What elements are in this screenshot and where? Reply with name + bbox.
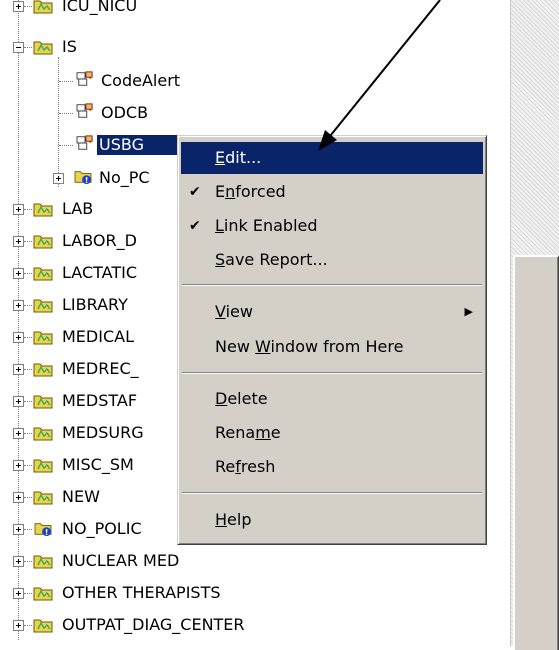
menu-item-rename[interactable]: Rename [181,417,483,449]
folder-icon [33,0,53,14]
folder-icon [33,203,53,217]
expand-icon[interactable] [13,396,24,407]
menu-item-new-window[interactable]: New Window from Here [181,331,483,363]
folder-icon [33,459,53,473]
tree-node-is[interactable]: IS [0,36,300,64]
menu-item-label: Rename [215,423,281,442]
gpo-link-icon [76,135,93,150]
folder-icon [33,395,53,409]
folder-icon [33,619,53,633]
menu-item-edit[interactable]: Edit... [181,142,483,174]
tree-node-label: MEDSTAF [62,391,138,410]
menu-item-label: Enforced [215,182,286,201]
tree-node-label: LIBRARY [62,295,128,314]
menu-separator [182,372,482,374]
tree-node-label: MEDICAL [62,327,134,346]
expand-icon[interactable] [13,556,24,567]
tree-node-label: ODCB [101,103,149,122]
tree-node-other-therapists[interactable]: OTHER THERAPISTS [0,580,400,608]
checkmark-icon: ✔ [189,184,201,200]
folder-icon [33,363,53,377]
expand-icon[interactable] [13,364,24,375]
tree-node-label: OUTPAT_DIAG_CENTER [62,615,245,634]
expand-icon[interactable] [13,460,24,471]
expand-icon[interactable] [13,588,24,599]
expand-icon[interactable] [13,620,24,631]
folder-icon [33,267,53,281]
menu-separator [182,492,482,494]
tree-node-label: MEDREC_ [62,359,139,378]
menu-item-refresh[interactable]: Refresh [181,451,483,483]
tree-node-label: OTHER THERAPISTS [62,583,221,602]
tree-node-label: NUCLEAR MED [62,551,180,570]
menu-item-view[interactable]: View ▶ [181,296,483,328]
tree-node-label: LABOR_D [62,231,137,250]
folder-icon [33,41,53,55]
menu-item-label: Edit... [215,148,262,167]
tree-node-label: MISC_SM [62,455,134,474]
gpo-link-icon [76,103,93,118]
expand-icon[interactable] [13,1,24,12]
folder-icon [33,299,53,313]
blocked-folder-icon: ! [74,171,92,185]
expand-icon[interactable] [13,492,24,503]
submenu-arrow-icon: ▶ [464,305,473,318]
tree-node-codealert[interactable]: CodeAlert [0,68,300,96]
tree-node-label: NO_POLIC [62,519,142,538]
expand-icon[interactable] [13,300,24,311]
folder-icon [33,555,53,569]
expand-icon[interactable] [13,268,24,279]
tree-node-icu-nicu[interactable]: ICU_NICU [0,0,300,20]
blocked-folder-icon: ! [34,523,52,537]
menu-item-help[interactable]: Help [181,504,483,536]
expand-icon[interactable] [13,524,24,535]
tree-node-label: LAB [62,199,94,218]
tree-node-label: IS [62,37,77,56]
tree-node-label: LACTATIC [62,263,138,282]
menu-separator [182,284,482,286]
menu-item-label: Refresh [215,457,276,476]
menu-item-label: New Window from Here [215,337,404,356]
folder-icon [33,235,53,249]
svg-text:!: ! [45,528,49,537]
tree-node-outpat-diag-center[interactable]: OUTPAT_DIAG_CENTER [0,612,450,640]
tree-node-label: MEDSURG [62,423,144,442]
tree-node-label: No_PC [99,168,150,187]
folder-icon [33,491,53,505]
expand-icon[interactable] [13,428,24,439]
tree-node-label: CodeAlert [101,71,181,90]
svg-text:!: ! [85,176,89,185]
expand-icon[interactable] [13,236,24,247]
tree-node-odcb[interactable]: ODCB [0,100,300,128]
menu-item-label: Save Report... [215,250,328,269]
expand-icon[interactable] [53,173,64,184]
menu-item-label: Help [215,510,252,529]
context-menu: Edit... ✔ Enforced ✔ Link Enabled Save R… [177,135,487,545]
folder-icon [33,331,53,345]
folder-icon [33,427,53,441]
tree-node-label: ICU_NICU [62,0,138,15]
gpo-link-icon [76,71,93,86]
menu-item-label: Delete [215,389,268,408]
menu-item-delete[interactable]: Delete [181,383,483,415]
menu-item-label: View [215,302,253,321]
menu-item-link-enabled[interactable]: ✔ Link Enabled [181,210,483,242]
collapse-icon[interactable] [13,42,24,53]
menu-item-label: Link Enabled [215,216,318,235]
expand-icon[interactable] [13,332,24,343]
vertical-scrollbar-thumb[interactable] [513,255,559,650]
checkmark-icon: ✔ [189,218,201,234]
menu-item-save-report[interactable]: Save Report... [181,244,483,276]
tree-node-label: NEW [62,487,100,506]
menu-item-enforced[interactable]: ✔ Enforced [181,176,483,208]
expand-icon[interactable] [13,204,24,215]
tree-node-nuclear-med[interactable]: NUCLEAR MED [0,548,400,576]
folder-icon [33,587,53,601]
